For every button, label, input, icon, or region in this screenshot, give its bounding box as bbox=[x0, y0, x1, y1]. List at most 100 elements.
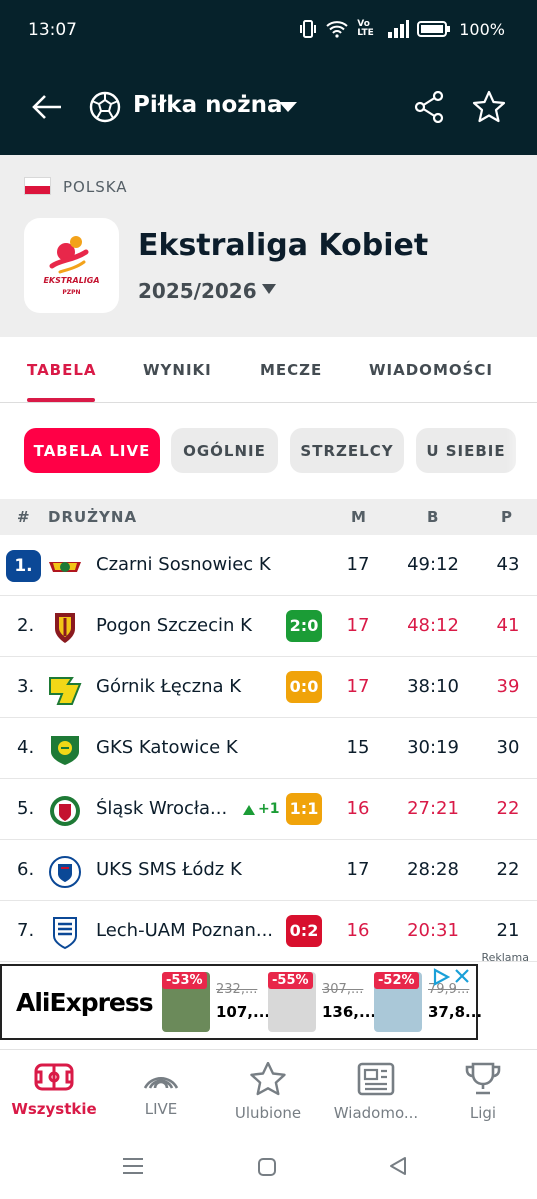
team-name[interactable]: GKS Katowice K bbox=[96, 737, 286, 758]
logo-text: EKSTRALIGA bbox=[43, 276, 100, 285]
team-name[interactable]: Górnik Łęczna K bbox=[96, 676, 286, 697]
nav-label: Wszystkie bbox=[11, 1100, 97, 1118]
back-arrow-icon[interactable] bbox=[30, 90, 64, 124]
home-icon[interactable] bbox=[257, 1157, 277, 1177]
goals: 30:19 bbox=[407, 737, 459, 758]
recent-apps-icon[interactable] bbox=[122, 1157, 144, 1175]
rank: 6. bbox=[17, 859, 35, 880]
team-crest-icon bbox=[51, 736, 79, 765]
rank: 7. bbox=[17, 920, 35, 941]
team-name[interactable]: Czarni Sosnowiec K bbox=[96, 554, 286, 575]
matches: 17 bbox=[346, 859, 370, 880]
live-score-badge[interactable]: 0:0 bbox=[286, 671, 322, 703]
nav-wszystkie[interactable]: Wszystkie bbox=[0, 1062, 108, 1118]
system-navigation-bar bbox=[0, 1135, 537, 1199]
rank: 1. bbox=[6, 550, 41, 582]
points: 30 bbox=[496, 737, 520, 758]
table-row[interactable]: 6. UKS SMS Łódz K 17 28:28 22 bbox=[0, 840, 537, 901]
sport-selector-label[interactable]: Piłka nożna bbox=[133, 92, 283, 118]
ad-product[interactable]: -53% 232,... 107,... bbox=[162, 972, 270, 1034]
rank: 4. bbox=[17, 737, 35, 758]
points: 43 bbox=[496, 554, 520, 575]
team-name[interactable]: Pogon Szczecin K bbox=[96, 615, 286, 636]
live-broadcast-icon bbox=[143, 1076, 179, 1089]
tab-tabela[interactable]: TABELA bbox=[27, 361, 97, 379]
ad-product[interactable]: -55% 307,... 136,... bbox=[268, 972, 376, 1034]
goals: 48:12 bbox=[407, 615, 459, 636]
team-crest-icon bbox=[50, 796, 80, 826]
new-price: 107,... bbox=[216, 1003, 271, 1021]
chip-tabela-live[interactable]: TABELA LIVE bbox=[24, 428, 160, 473]
table-row[interactable]: 1. Czarni Sosnowiec K 17 49:12 43 bbox=[0, 535, 537, 596]
matches: 17 bbox=[346, 554, 370, 575]
clock: 13:07 bbox=[28, 20, 77, 40]
rank: 2. bbox=[17, 615, 35, 636]
points: 39 bbox=[496, 676, 520, 697]
soccer-field-icon bbox=[34, 1063, 74, 1091]
old-price: 232,... bbox=[216, 982, 258, 997]
matches: 15 bbox=[346, 737, 370, 758]
chip-u-siebie[interactable]: U SIEBIE bbox=[416, 428, 516, 473]
team-name[interactable]: Śląsk Wrocła... bbox=[96, 798, 236, 819]
chevron-down-icon[interactable] bbox=[279, 102, 297, 112]
team-crest-icon bbox=[49, 677, 82, 705]
table-row[interactable]: 3. Górnik Łęczna K 0:0 17 38:10 39 bbox=[0, 657, 537, 718]
close-icon[interactable] bbox=[454, 968, 470, 984]
tab-bar: TABELA WYNIKI MECZE WIADOMOŚCI bbox=[0, 337, 537, 403]
nav-label: Wiadomo... bbox=[333, 1104, 419, 1122]
tab-wyniki[interactable]: WYNIKI bbox=[143, 361, 212, 379]
trend-up-icon bbox=[243, 805, 255, 815]
network-label: Vo LTE bbox=[357, 19, 374, 38]
tab-wiadomosci[interactable]: WIADOMOŚCI bbox=[369, 361, 493, 379]
logo-sub: PZPN bbox=[62, 289, 81, 296]
goals: 20:31 bbox=[407, 920, 459, 941]
nav-label: Ligi bbox=[469, 1104, 497, 1122]
season-selector[interactable]: 2025/2026 bbox=[138, 279, 257, 303]
rank: 3. bbox=[17, 676, 35, 697]
table-row[interactable]: 7. Lech-UAM Poznan... 0:2 16 20:31 21 bbox=[0, 901, 537, 962]
table-header: # DRUŻYNA M B P bbox=[0, 499, 537, 535]
header-team: DRUŻYNA bbox=[48, 508, 138, 526]
season-chevron-down-icon[interactable] bbox=[262, 284, 276, 294]
ad-banner[interactable]: AliExpress -53% 232,... 107,... -55% 307… bbox=[0, 964, 482, 1040]
soccer-ball-icon[interactable] bbox=[89, 91, 121, 123]
favorite-star-icon[interactable] bbox=[472, 90, 506, 124]
table-row[interactable]: 5. Śląsk Wrocła... +1 1:1 16 27:21 22 bbox=[0, 779, 537, 840]
matches: 16 bbox=[346, 798, 370, 819]
table-row[interactable]: 4. GKS Katowice K 15 30:19 30 bbox=[0, 718, 537, 779]
goals: 38:10 bbox=[407, 676, 459, 697]
live-score-badge[interactable]: 0:2 bbox=[286, 915, 322, 947]
adchoices-icon[interactable] bbox=[432, 968, 450, 986]
matches: 17 bbox=[346, 615, 370, 636]
discount-badge: -53% bbox=[162, 972, 207, 989]
nav-label: LIVE bbox=[144, 1100, 178, 1118]
status-bar: 13:07 Vo LTE 100% bbox=[0, 0, 537, 62]
team-name[interactable]: UKS SMS Łódz K bbox=[96, 859, 286, 880]
team-crest-icon bbox=[49, 562, 81, 572]
chip-strzelcy[interactable]: STRZELCY bbox=[290, 428, 404, 473]
ad-brand[interactable]: AliExpress bbox=[16, 988, 154, 1017]
live-score-badge[interactable]: 1:1 bbox=[286, 793, 322, 825]
country-label[interactable]: POLSKA bbox=[63, 178, 128, 196]
chip-ogolnie[interactable]: OGÓLNIE bbox=[171, 428, 278, 473]
ekstraliga-logo-icon bbox=[49, 236, 89, 274]
nav-ulubione[interactable]: Ulubione bbox=[214, 1061, 322, 1122]
tab-mecze[interactable]: MECZE bbox=[260, 361, 322, 379]
nav-live[interactable]: LIVE bbox=[107, 1062, 215, 1118]
nav-ligi[interactable]: Ligi bbox=[429, 1062, 537, 1122]
live-score-badge[interactable]: 2:0 bbox=[286, 610, 322, 642]
ad-choices bbox=[432, 968, 470, 986]
share-icon[interactable] bbox=[414, 91, 444, 123]
team-name[interactable]: Lech-UAM Poznan... bbox=[96, 920, 286, 941]
goals: 49:12 bbox=[407, 554, 459, 575]
chips-fade bbox=[506, 428, 537, 473]
back-icon[interactable] bbox=[388, 1156, 408, 1176]
league-logo: EKSTRALIGA PZPN bbox=[24, 218, 119, 313]
news-icon bbox=[357, 1062, 395, 1096]
header-matches: M bbox=[351, 508, 367, 526]
points: 22 bbox=[496, 798, 520, 819]
discount-badge: -55% bbox=[268, 972, 313, 989]
bottom-navigation: Wszystkie LIVE Ulubione Wiadomo... Ligi bbox=[0, 1049, 537, 1135]
table-row[interactable]: 2. Pogon Szczecin K 2:0 17 48:12 41 bbox=[0, 596, 537, 657]
nav-wiadomosci[interactable]: Wiadomo... bbox=[322, 1062, 430, 1122]
